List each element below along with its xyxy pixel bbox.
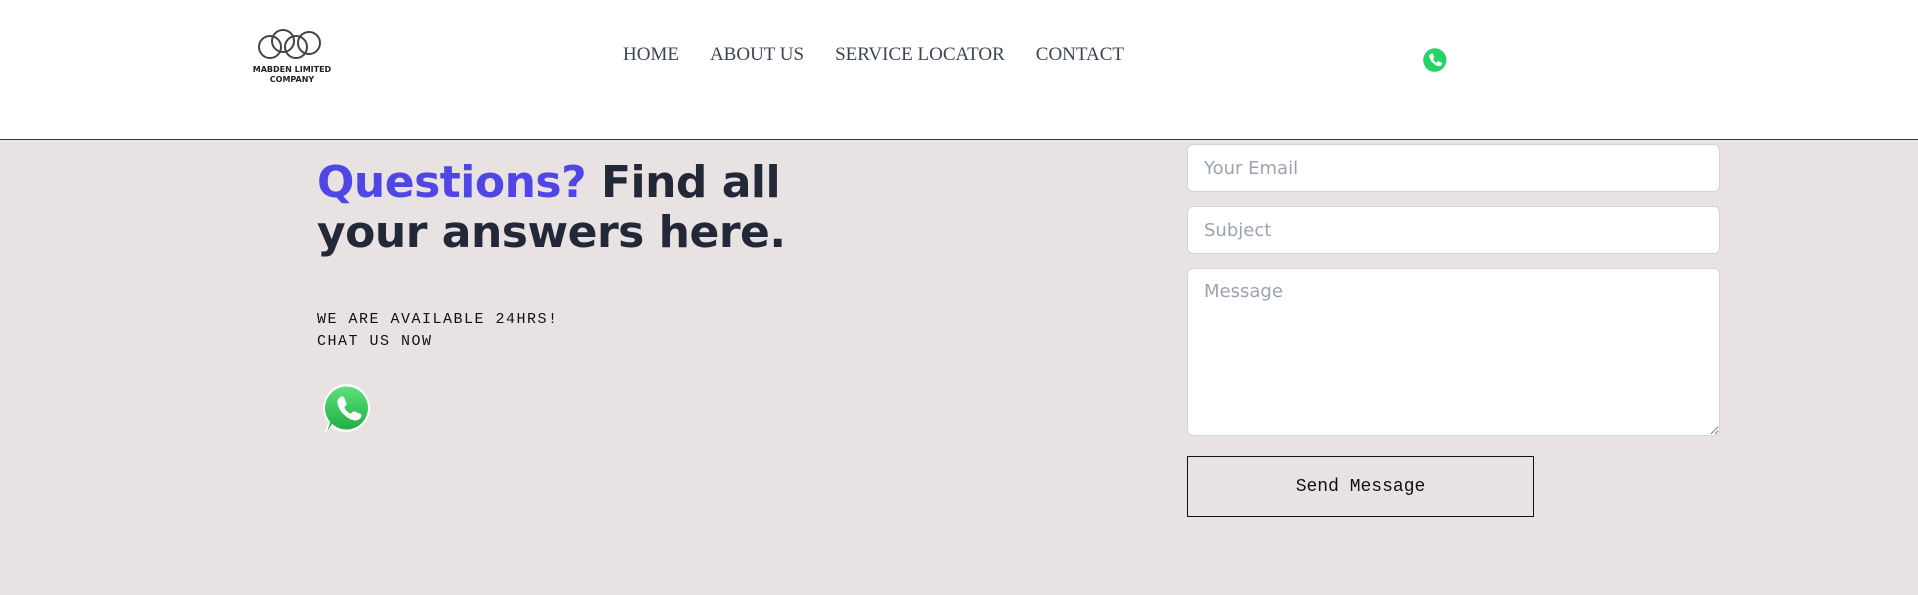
logo-text-line1: MABDEN LIMITED: [252, 65, 332, 74]
site-header: MABDEN LIMITED COMPANY HOME ABOUT US SER…: [0, 0, 1918, 140]
nav-home[interactable]: HOME: [623, 44, 679, 66]
company-logo[interactable]: MABDEN LIMITED COMPANY: [252, 28, 332, 88]
availability-line2: CHAT US NOW: [317, 333, 433, 350]
availability-line1: WE ARE AVAILABLE 24HRS!: [317, 311, 559, 328]
email-field[interactable]: [1187, 144, 1720, 192]
nav-contact[interactable]: CONTACT: [1036, 44, 1124, 66]
send-message-button[interactable]: Send Message: [1187, 456, 1534, 517]
logo-text-line2: COMPANY: [269, 75, 315, 84]
logo-text: MABDEN LIMITED COMPANY: [252, 65, 332, 85]
page-title: Questions? Find all your answers here.: [317, 158, 877, 258]
title-accent: Questions?: [317, 157, 587, 208]
nav-about-us[interactable]: ABOUT US: [710, 44, 804, 66]
hero-section: Questions? Find all your answers here.: [317, 158, 877, 258]
subject-field[interactable]: [1187, 206, 1720, 254]
message-field[interactable]: [1187, 268, 1720, 436]
nav-service-locator[interactable]: SERVICE LOCATOR: [835, 44, 1005, 66]
main-nav: HOME ABOUT US SERVICE LOCATOR CONTACT: [623, 44, 1124, 66]
whatsapp-chat-icon[interactable]: [320, 381, 376, 437]
whatsapp-icon[interactable]: [1420, 45, 1450, 75]
rings-logo-icon: [258, 29, 321, 59]
availability-text: WE ARE AVAILABLE 24HRS! CHAT US NOW: [317, 309, 559, 353]
